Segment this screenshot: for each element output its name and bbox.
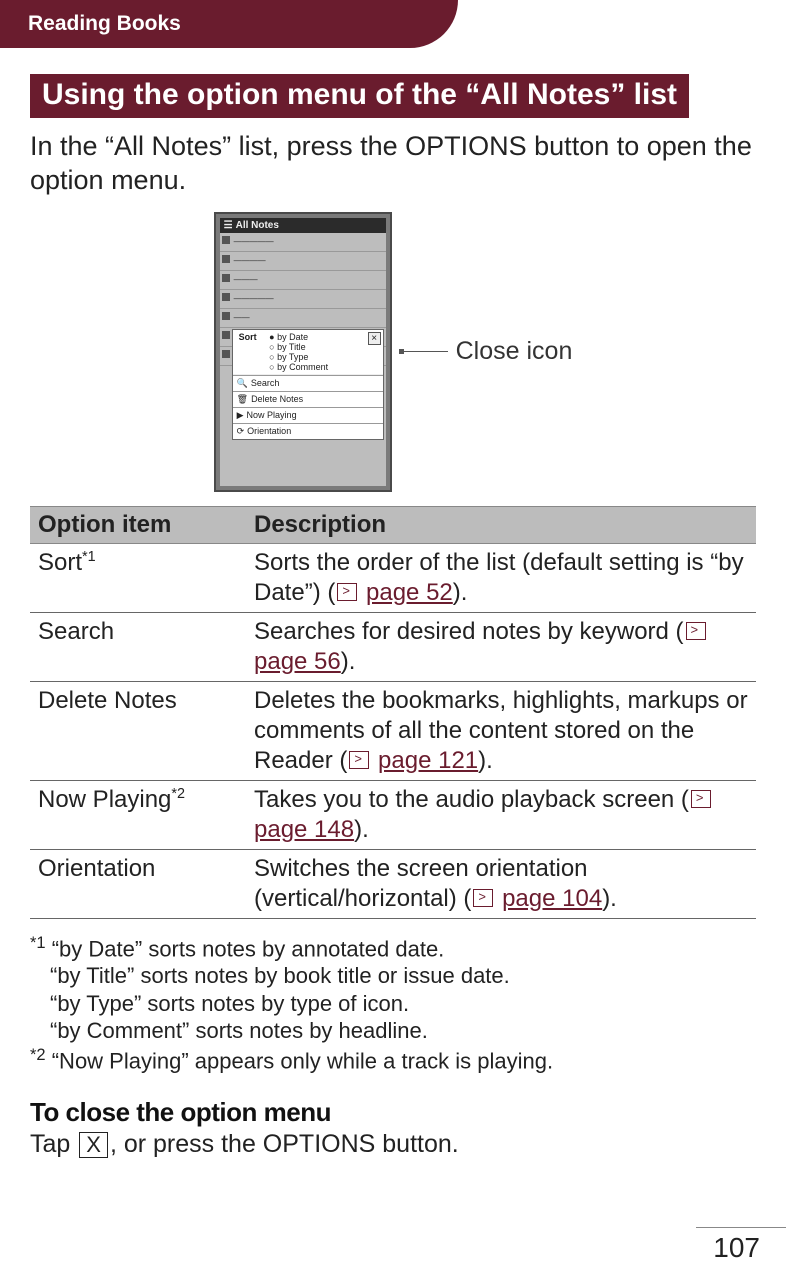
page-ref-icon	[349, 751, 369, 769]
sort-option[interactable]: ● by Date	[269, 332, 328, 342]
close-subheading: To close the option menu	[30, 1097, 756, 1128]
intro-text: In the “All Notes” list, press the OPTIO…	[30, 130, 756, 198]
footnote-1: *1 “by Date” sorts notes by annotated da…	[30, 933, 756, 963]
page-ref-icon	[337, 583, 357, 601]
list-item: —————	[220, 233, 386, 252]
page-ref-icon	[686, 622, 706, 640]
option-item: Search	[30, 612, 246, 681]
popup-sort-row: Sort ● by Date ○ by Title ○ by Type ○ by…	[233, 330, 383, 375]
figure-row: ☰ All Notes ————— ———— ——— ————— —— × So…	[30, 212, 756, 492]
popup-item-delete[interactable]: 🗑 Delete Notes	[233, 391, 383, 407]
x-key-icon: X	[79, 1132, 108, 1158]
page-link[interactable]: page 148	[254, 816, 354, 843]
page-ref-icon	[691, 790, 711, 808]
options-table: Option item Description Sort*1 Sorts the…	[30, 506, 756, 919]
page-number-rule	[696, 1227, 786, 1228]
option-item: Delete Notes	[30, 681, 246, 780]
page-link[interactable]: page 52	[366, 579, 453, 606]
callout-line	[402, 351, 448, 352]
device-screenshot: ☰ All Notes ————— ———— ——— ————— —— × So…	[214, 212, 392, 492]
option-item: Now Playing*2	[30, 780, 246, 849]
search-icon: 🔍	[237, 378, 248, 389]
option-item: Sort*1	[30, 543, 246, 612]
device-icon: ☰	[224, 220, 233, 231]
table-row: Now Playing*2 Takes you to the audio pla…	[30, 780, 756, 849]
device-body: ————— ———— ——— ————— —— × Sort ● by Date…	[220, 233, 386, 486]
option-description: Sorts the order of the list (default set…	[246, 543, 756, 612]
options-popup: × Sort ● by Date ○ by Title ○ by Type ○ …	[232, 329, 384, 440]
footnote-1-line: “by Type” sorts notes by type of icon.	[30, 990, 756, 1018]
chapter-band: Reading Books	[0, 0, 458, 48]
footnote-1-line: “by Comment” sorts notes by headline.	[30, 1017, 756, 1045]
option-description: Searches for desired notes by keyword ( …	[246, 612, 756, 681]
table-head-option: Option item	[30, 506, 246, 543]
popup-item-search[interactable]: 🔍 Search	[233, 375, 383, 391]
page-number: 107	[713, 1232, 760, 1264]
page-ref-icon	[473, 889, 493, 907]
table-row: Orientation Switches the screen orientat…	[30, 849, 756, 918]
page-content: Using the option menu of the “All Notes”…	[0, 48, 786, 1159]
callout: Close icon	[402, 337, 573, 366]
sort-option[interactable]: ○ by Title	[269, 342, 328, 352]
sort-option[interactable]: ○ by Comment	[269, 362, 328, 372]
popup-item-now-playing[interactable]: ▶ Now Playing	[233, 407, 383, 423]
footnote-1-line: “by Title” sorts notes by book title or …	[30, 962, 756, 990]
table-row: Sort*1 Sorts the order of the list (defa…	[30, 543, 756, 612]
play-icon: ▶	[237, 410, 244, 421]
option-item: Orientation	[30, 849, 246, 918]
table-row: Search Searches for desired notes by key…	[30, 612, 756, 681]
list-item: ——	[220, 309, 386, 328]
table-head-description: Description	[246, 506, 756, 543]
page-link[interactable]: page 121	[378, 747, 478, 774]
page-link[interactable]: page 104	[502, 885, 602, 912]
close-instruction: Tap X, or press the OPTIONS button.	[30, 1130, 756, 1159]
footnotes: *1 “by Date” sorts notes by annotated da…	[30, 933, 756, 1075]
sort-option[interactable]: ○ by Type	[269, 352, 328, 362]
orientation-icon: ⟳	[237, 426, 245, 437]
list-item: —————	[220, 290, 386, 309]
popup-item-label: Orientation	[247, 426, 291, 436]
option-description: Switches the screen orientation (vertica…	[246, 849, 756, 918]
device-title: All Notes	[236, 220, 279, 231]
callout-label: Close icon	[456, 337, 573, 366]
popup-sort-col: ● by Date ○ by Title ○ by Type ○ by Comm…	[269, 332, 328, 372]
option-description: Takes you to the audio playback screen (…	[246, 780, 756, 849]
list-item: ————	[220, 252, 386, 271]
section-heading: Using the option menu of the “All Notes”…	[30, 74, 689, 118]
popup-item-label: Delete Notes	[251, 394, 303, 404]
table-row: Delete Notes Deletes the bookmarks, high…	[30, 681, 756, 780]
device-titlebar: ☰ All Notes	[220, 218, 386, 233]
page-link[interactable]: page 56	[254, 648, 341, 675]
popup-item-label: Now Playing	[247, 410, 297, 420]
popup-sort-label: Sort	[239, 332, 267, 342]
trash-icon: 🗑	[237, 394, 248, 405]
close-icon[interactable]: ×	[368, 332, 381, 345]
popup-item-label: Search	[251, 378, 280, 388]
option-description: Deletes the bookmarks, highlights, marku…	[246, 681, 756, 780]
list-item: ———	[220, 271, 386, 290]
chapter-title: Reading Books	[28, 12, 181, 36]
footnote-2: *2 “Now Playing” appears only while a tr…	[30, 1045, 756, 1075]
popup-item-orientation[interactable]: ⟳ Orientation	[233, 423, 383, 439]
